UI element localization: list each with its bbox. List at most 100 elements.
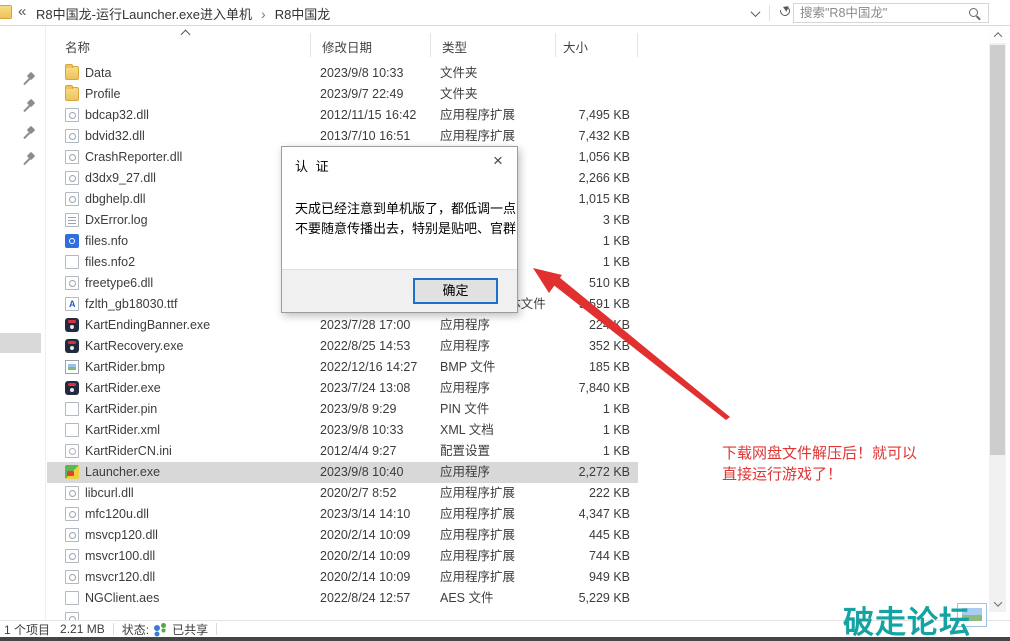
file-size bbox=[510, 84, 630, 105]
file-size: 3 KB bbox=[510, 210, 630, 231]
divider bbox=[769, 5, 770, 21]
table-row[interactable]: Launcher.exe 2023/9/8 10:40 应用程序 2,272 K… bbox=[47, 462, 638, 483]
breadcrumb-root[interactable]: R8中国龙-运行Launcher.exe进入单机 bbox=[36, 4, 252, 23]
breadcrumb-separator-icon: › bbox=[261, 6, 266, 22]
dialog-message: 天成已经注意到单机版了，都低调一点 不要随意传播出去，特别是贴吧、官群 bbox=[295, 199, 516, 239]
file-size: 949 KB bbox=[510, 567, 630, 588]
file-size: 9,591 KB bbox=[510, 294, 630, 315]
dll-icon bbox=[65, 612, 79, 620]
dll-icon bbox=[65, 507, 79, 521]
file-date: 2023/7/24 13:08 bbox=[320, 378, 435, 399]
kart-exe-icon bbox=[65, 339, 79, 353]
refresh-button[interactable] bbox=[776, 5, 794, 20]
divider bbox=[216, 623, 217, 635]
dll-icon bbox=[65, 528, 79, 542]
file-size bbox=[510, 63, 630, 84]
search-input[interactable] bbox=[794, 6, 968, 20]
scroll-up-button[interactable] bbox=[989, 26, 1006, 43]
file-name: Profile bbox=[85, 84, 310, 105]
table-row[interactable]: KartRiderCN.ini 2012/4/4 9:27 配置设置 1 KB bbox=[47, 441, 638, 462]
file-date bbox=[320, 609, 435, 620]
file-date: 2023/7/28 17:00 bbox=[320, 315, 435, 336]
file-size: 7,495 KB bbox=[510, 105, 630, 126]
file-date: 2022/8/24 12:57 bbox=[320, 588, 435, 609]
file-name: CrashReporter.dll bbox=[85, 147, 310, 168]
breadcrumb: R8中国龙-运行Launcher.exe进入单机 › R8中国龙 bbox=[36, 4, 330, 23]
file-explorer-window: « R8中国龙-运行Launcher.exe进入单机 › R8中国龙 名称 修改… bbox=[0, 0, 1010, 641]
divider bbox=[555, 33, 556, 57]
table-row[interactable]: KartEndingBanner.exe 2023/7/28 17:00 应用程… bbox=[47, 315, 638, 336]
file-size: 2,266 KB bbox=[510, 168, 630, 189]
file-size: 744 KB bbox=[510, 546, 630, 567]
table-row[interactable]: mfc120u.dll 2023/3/14 14:10 应用程序扩展 4,347… bbox=[47, 504, 638, 525]
file-name: KartRider.xml bbox=[85, 420, 310, 441]
selection-size: 2.21 MB bbox=[60, 622, 105, 636]
pushpin-icon bbox=[22, 99, 36, 113]
close-icon[interactable]: × bbox=[485, 149, 511, 173]
file-name: KartEndingBanner.exe bbox=[85, 315, 310, 336]
shared-users-icon bbox=[152, 623, 169, 636]
table-row[interactable]: KartRider.bmp 2022/12/16 14:27 BMP 文件 18… bbox=[47, 357, 638, 378]
dialog-title: 认 证 bbox=[295, 156, 331, 175]
file-size: 1,015 KB bbox=[510, 189, 630, 210]
breadcrumb-current[interactable]: R8中国龙 bbox=[275, 4, 331, 23]
column-header-date[interactable]: 修改日期 bbox=[322, 37, 372, 56]
dialog-message-line2: 不要随意传播出去，特别是贴吧、官群 bbox=[295, 219, 516, 239]
breadcrumb-back-chevron[interactable]: « bbox=[18, 3, 26, 20]
scrollbar-thumb[interactable] bbox=[990, 45, 1005, 455]
column-header-type[interactable]: 类型 bbox=[442, 37, 467, 56]
pushpin-icon bbox=[22, 72, 36, 86]
ok-button[interactable]: 确定 bbox=[413, 278, 498, 304]
table-row[interactable]: KartRider.xml 2023/9/8 10:33 XML 文档 1 KB bbox=[47, 420, 638, 441]
table-row[interactable]: libcurl.dll 2020/2/7 8:52 应用程序扩展 222 KB bbox=[47, 483, 638, 504]
file-date: 2012/11/15 16:42 bbox=[320, 105, 435, 126]
table-row[interactable]: KartRider.exe 2023/7/24 13:08 应用程序 7,840… bbox=[47, 378, 638, 399]
table-row[interactable]: NGClient.aes 2022/8/24 12:57 AES 文件 5,22… bbox=[47, 588, 638, 609]
sort-ascending-icon bbox=[181, 30, 191, 40]
chevron-down-icon bbox=[751, 7, 761, 17]
table-row[interactable]: msvcr120.dll 2020/2/14 10:09 应用程序扩展 949 … bbox=[47, 567, 638, 588]
file-size: 222 KB bbox=[510, 483, 630, 504]
launcher-exe-icon bbox=[65, 465, 79, 479]
file-name: msvcr120.dll bbox=[85, 567, 310, 588]
file-date: 2023/3/14 14:10 bbox=[320, 504, 435, 525]
divider bbox=[310, 33, 311, 57]
table-row[interactable]: KartRider.pin 2023/9/8 9:29 PIN 文件 1 KB bbox=[47, 399, 638, 420]
table-row[interactable]: Data 2023/9/8 10:33 文件夹 bbox=[47, 63, 638, 84]
forum-watermark: 破走论坛 bbox=[843, 597, 971, 641]
dialog-footer: 确定 bbox=[282, 269, 517, 312]
file-date: 2023/9/8 9:29 bbox=[320, 399, 435, 420]
ini-icon bbox=[65, 444, 79, 458]
pushpin-icon bbox=[22, 126, 36, 140]
nav-selected-item[interactable] bbox=[0, 333, 41, 353]
table-row[interactable]: msvcp120.dll 2020/2/14 10:09 应用程序扩展 445 … bbox=[47, 525, 638, 546]
table-row[interactable]: Profile 2023/9/7 22:49 文件夹 bbox=[47, 84, 638, 105]
file-size: 2,272 KB bbox=[510, 462, 630, 483]
dll-icon bbox=[65, 171, 79, 185]
annotation-line2: 直接运行游戏了！ bbox=[722, 464, 917, 485]
table-row[interactable]: bdvid32.dll 2013/7/10 16:51 应用程序扩展 7,432… bbox=[47, 126, 638, 147]
table-row[interactable] bbox=[47, 609, 638, 620]
file-size: 224 KB bbox=[510, 315, 630, 336]
file-name: Data bbox=[85, 63, 310, 84]
scroll-down-button[interactable] bbox=[989, 595, 1006, 612]
status-label: 状态: bbox=[122, 621, 149, 638]
file-icon bbox=[65, 255, 79, 269]
file-name: DxError.log bbox=[85, 210, 310, 231]
table-row[interactable]: msvcr100.dll 2020/2/14 10:09 应用程序扩展 744 … bbox=[47, 546, 638, 567]
file-size: 5,229 KB bbox=[510, 588, 630, 609]
table-row[interactable]: KartRecovery.exe 2022/8/25 14:53 应用程序 35… bbox=[47, 336, 638, 357]
address-dropdown-button[interactable] bbox=[748, 5, 763, 20]
file-date: 2023/9/8 10:40 bbox=[320, 462, 435, 483]
address-bar: « R8中国龙-运行Launcher.exe进入单机 › R8中国龙 bbox=[0, 0, 1010, 26]
column-header-name[interactable]: 名称 bbox=[65, 37, 90, 56]
items-count: 1 个项目 bbox=[4, 621, 50, 638]
bmp-icon bbox=[65, 360, 79, 374]
dialog-message-line1: 天成已经注意到单机版了，都低调一点 bbox=[295, 199, 516, 219]
shared-status: 已共享 bbox=[172, 621, 208, 638]
file-date: 2023/9/7 22:49 bbox=[320, 84, 435, 105]
table-row[interactable]: bdcap32.dll 2012/11/15 16:42 应用程序扩展 7,49… bbox=[47, 105, 638, 126]
file-name: dbghelp.dll bbox=[85, 189, 310, 210]
column-header-size[interactable]: 大小 bbox=[563, 37, 588, 56]
column-headers: 名称 修改日期 类型 大小 bbox=[0, 27, 1010, 59]
